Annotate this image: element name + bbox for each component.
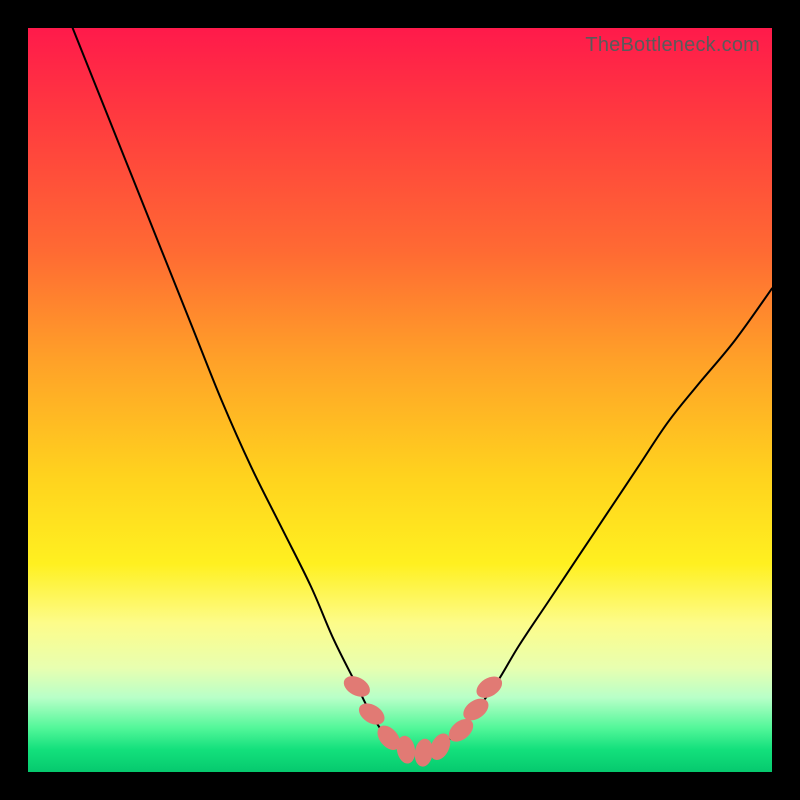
bead <box>355 699 388 729</box>
right-curve <box>415 288 772 752</box>
bead <box>340 672 373 701</box>
curve-layer <box>28 28 772 772</box>
left-curve <box>73 28 415 753</box>
bead-group <box>340 672 506 768</box>
chart-frame: TheBottleneck.com <box>0 0 800 800</box>
plot-area: TheBottleneck.com <box>28 28 772 772</box>
